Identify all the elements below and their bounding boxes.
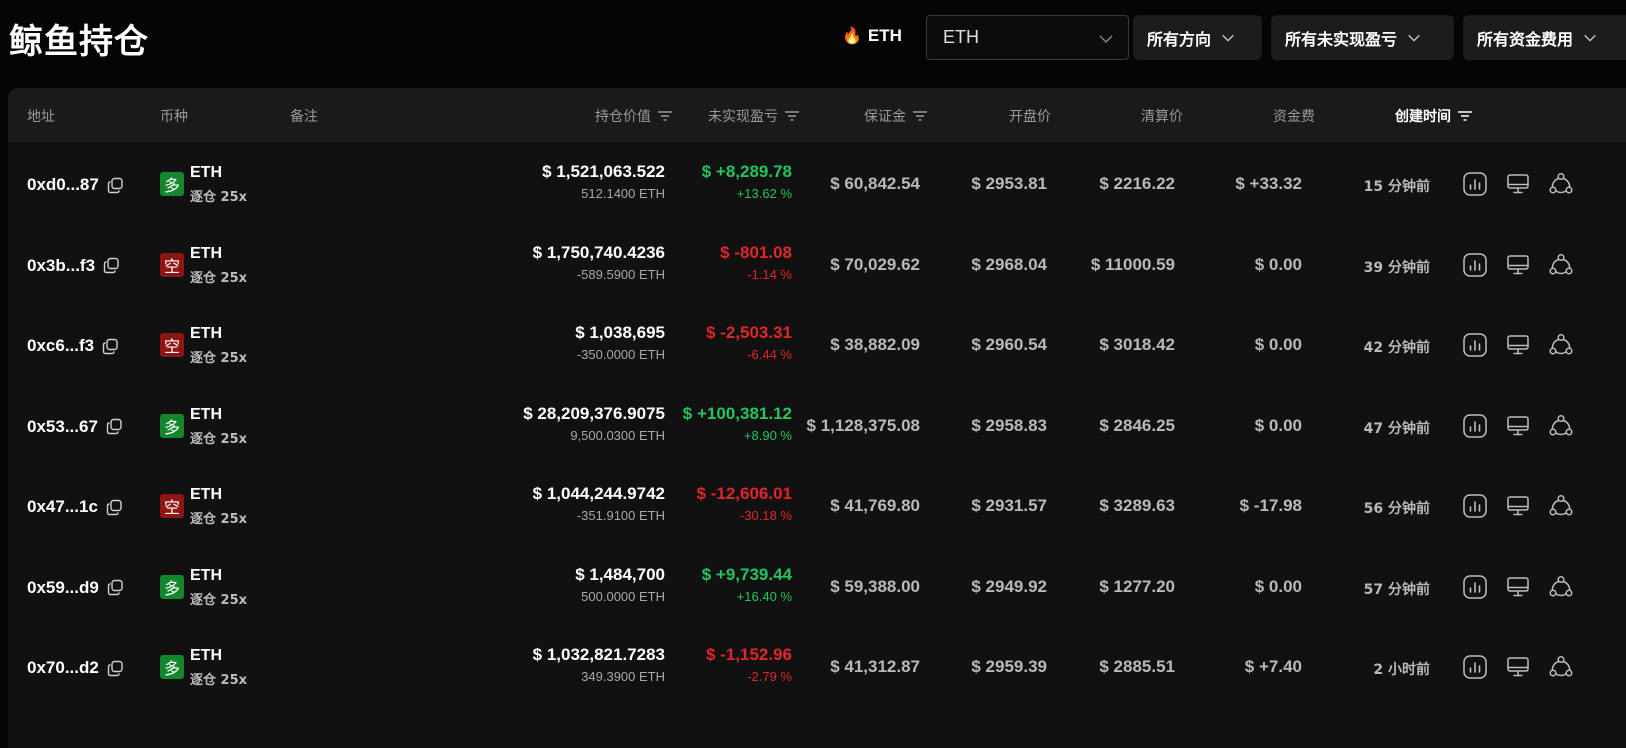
monitor-icon[interactable] xyxy=(1505,332,1531,358)
monitor-icon[interactable] xyxy=(1505,493,1531,519)
monitor-icon[interactable] xyxy=(1505,252,1531,278)
created-time: 56 分钟前 xyxy=(1363,501,1430,517)
share-icon[interactable] xyxy=(1548,413,1574,439)
created-time: 2 小时前 xyxy=(1373,662,1430,678)
token-select-value: ETH xyxy=(943,27,979,47)
created-time: 42 分钟前 xyxy=(1363,340,1430,356)
chart-icon[interactable] xyxy=(1462,171,1488,197)
created-time: 57 分钟前 xyxy=(1363,581,1430,598)
share-icon[interactable] xyxy=(1548,332,1574,358)
table-row: 0x3b...f3 空 ETH 逐仓 25x $ 1,750,740.4236 … xyxy=(8,223,1626,307)
table-row: 0xd0...87 多 ETH 逐仓 25x $ 1,521,063.522 5… xyxy=(8,142,1626,226)
share-icon[interactable] xyxy=(1548,654,1574,680)
chart-icon[interactable] xyxy=(1462,654,1488,680)
chart-icon[interactable] xyxy=(1462,252,1488,278)
column-header-funding-fee: 资金费 xyxy=(1273,109,1315,125)
chevron-down-icon xyxy=(1098,31,1113,45)
created-time: 15 分钟前 xyxy=(1363,179,1430,195)
filter-icon xyxy=(912,110,928,122)
direction-filter-dropdown[interactable]: 所有方向 xyxy=(1133,15,1262,60)
created-time-cell: 57 分钟前 xyxy=(8,545,1430,629)
table-row: 0x53...67 多 ETH 逐仓 25x $ 28,209,376.9075… xyxy=(8,384,1626,468)
created-time-cell: 2 小时前 xyxy=(8,625,1430,709)
chart-icon[interactable] xyxy=(1462,493,1488,519)
monitor-icon[interactable] xyxy=(1505,574,1531,600)
monitor-icon[interactable] xyxy=(1505,413,1531,439)
column-header-note: 备注 xyxy=(290,109,318,125)
fire-icon: 🔥 xyxy=(842,28,862,45)
positions-table: 地址 币种 备注 持仓价值 未实现盈亏 保证金 开盘价 清算价 资金费 创建时间… xyxy=(8,88,1626,748)
hot-token-label: ETH xyxy=(867,26,902,45)
funding-filter-dropdown[interactable]: 所有资金费用 xyxy=(1463,15,1626,60)
created-time-cell: 39 分钟前 xyxy=(8,223,1430,307)
hot-token-link[interactable]: 🔥 ETH xyxy=(842,26,902,46)
column-header-coin: 币种 xyxy=(160,109,188,125)
filter-icon xyxy=(1457,110,1473,122)
column-header-created-time[interactable]: 创建时间 xyxy=(1395,106,1473,126)
filter-icon xyxy=(784,110,800,122)
share-icon[interactable] xyxy=(1548,171,1574,197)
table-row: 0x47...1c 空 ETH 逐仓 25x $ 1,044,244.9742 … xyxy=(8,464,1626,548)
column-header-liquidation-price: 清算价 xyxy=(1141,109,1183,125)
chevron-down-icon xyxy=(1583,31,1597,45)
column-header-margin[interactable]: 保证金 xyxy=(864,106,928,126)
created-time: 47 分钟前 xyxy=(1363,420,1430,437)
pnl-filter-dropdown[interactable]: 所有未实现盈亏 xyxy=(1271,15,1454,60)
filter-icon xyxy=(657,110,673,122)
chart-icon[interactable] xyxy=(1462,413,1488,439)
chevron-down-icon xyxy=(1407,31,1421,45)
chart-icon[interactable] xyxy=(1462,574,1488,600)
funding-filter-label: 所有资金费用 xyxy=(1477,29,1574,49)
table-row: 0xc6...f3 空 ETH 逐仓 25x $ 1,038,695 -350.… xyxy=(8,303,1626,387)
created-time-cell: 56 分钟前 xyxy=(8,464,1430,548)
share-icon[interactable] xyxy=(1548,574,1574,600)
column-header-entry-price: 开盘价 xyxy=(1009,109,1051,125)
share-icon[interactable] xyxy=(1548,252,1574,278)
column-header-position-value[interactable]: 持仓价值 xyxy=(595,106,673,126)
chevron-down-icon xyxy=(1221,31,1235,45)
direction-filter-label: 所有方向 xyxy=(1147,29,1212,49)
page-title: 鲸鱼持仓 xyxy=(9,22,149,62)
created-time-cell: 42 分钟前 xyxy=(8,303,1430,387)
share-icon[interactable] xyxy=(1548,493,1574,519)
token-select[interactable]: ETH xyxy=(926,15,1129,60)
monitor-icon[interactable] xyxy=(1505,171,1531,197)
chart-icon[interactable] xyxy=(1462,332,1488,358)
column-header-address: 地址 xyxy=(27,109,55,125)
pnl-filter-label: 所有未实现盈亏 xyxy=(1285,29,1398,49)
top-bar: 鲸鱼持仓 🔥 ETH ETH 所有方向 所有未实现盈亏 所有资金费用 xyxy=(0,0,1626,88)
created-time-cell: 15 分钟前 xyxy=(8,142,1430,226)
created-time: 39 分钟前 xyxy=(1363,259,1430,276)
table-row: 0x59...d9 多 ETH 逐仓 25x $ 1,484,700 500.0… xyxy=(8,545,1626,629)
table-row: 0x70...d2 多 ETH 逐仓 25x $ 1,032,821.7283 … xyxy=(8,625,1626,709)
created-time-cell: 47 分钟前 xyxy=(8,384,1430,468)
column-header-unrealized-pnl[interactable]: 未实现盈亏 xyxy=(708,106,800,126)
table-header: 地址 币种 备注 持仓价值 未实现盈亏 保证金 开盘价 清算价 资金费 创建时间 xyxy=(8,88,1626,142)
monitor-icon[interactable] xyxy=(1505,654,1531,680)
